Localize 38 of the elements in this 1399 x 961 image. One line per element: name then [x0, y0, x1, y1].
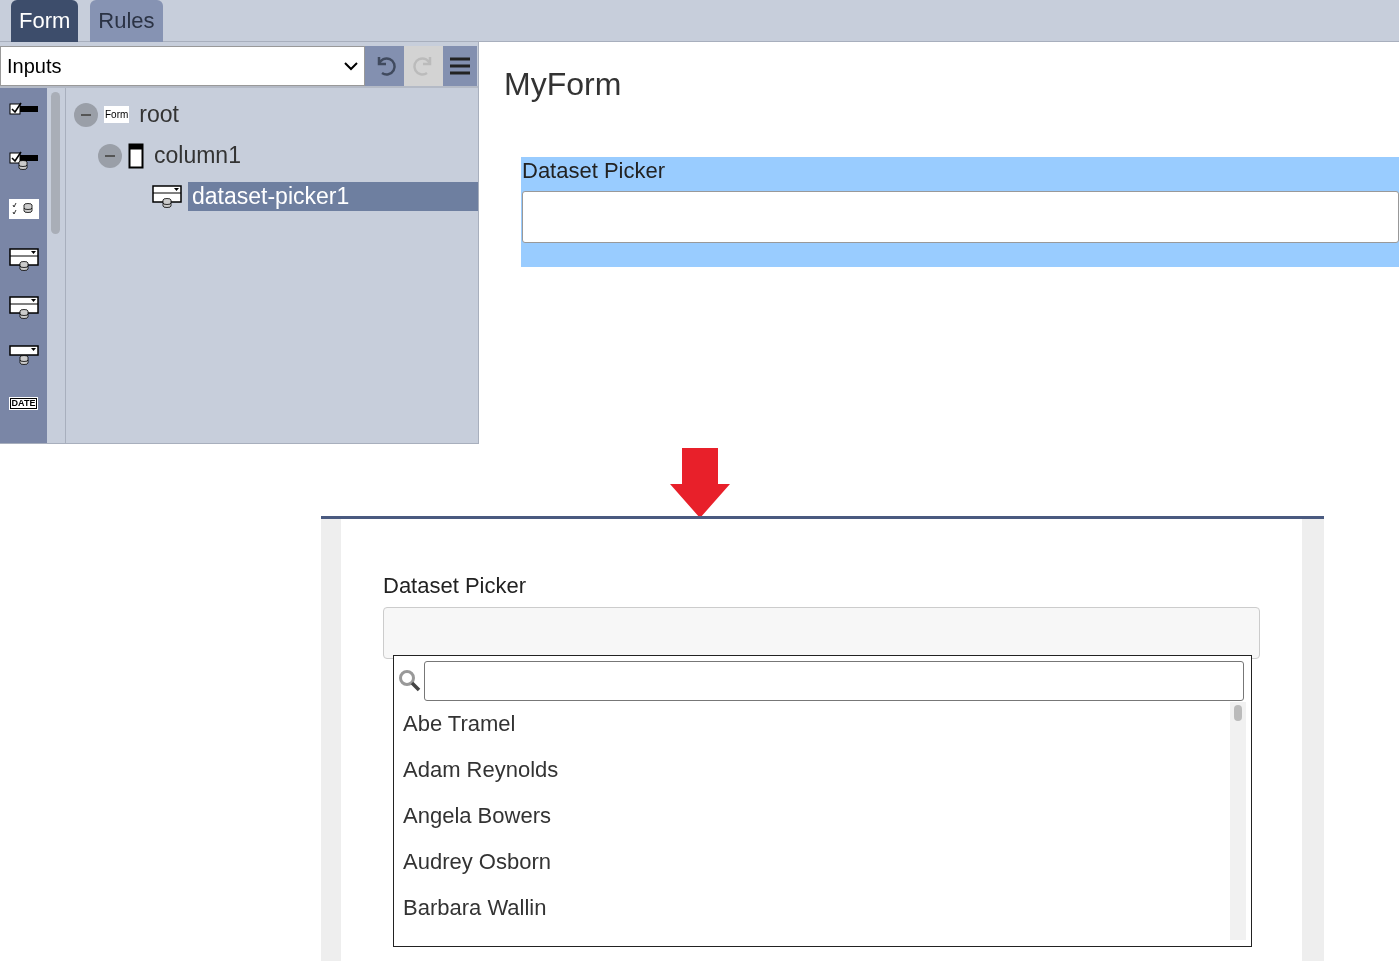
picker-database-icon[interactable]: [8, 296, 39, 321]
category-select[interactable]: Inputs: [0, 46, 365, 86]
scrollbar-thumb[interactable]: [51, 92, 60, 234]
dropdown-option[interactable]: Abe Tramel: [394, 701, 1221, 747]
menu-button[interactable]: [443, 46, 477, 86]
form-field-selection[interactable]: Dataset Picker: [521, 157, 1399, 267]
field-label: Dataset Picker: [522, 157, 667, 185]
tab[interactable]: Form: [11, 0, 79, 42]
collapse-toggle[interactable]: [98, 143, 122, 168]
dropdown-option[interactable]: Audrey Osborn: [394, 839, 1221, 885]
column-icon: [128, 142, 144, 169]
form-title: MyForm: [504, 66, 623, 103]
picker-database-icon[interactable]: [8, 247, 39, 272]
search-icon: [398, 669, 422, 693]
form-icon: Form: [104, 106, 130, 123]
scrollbar-thumb[interactable]: [1234, 705, 1242, 721]
dropdown-option[interactable]: Angela Bowers: [394, 793, 1221, 839]
undo-button[interactable]: [365, 46, 404, 86]
menu-icon: [449, 56, 471, 76]
tree-item[interactable]: column1: [150, 141, 245, 170]
search-input[interactable]: [424, 661, 1244, 701]
dataset-picker-field[interactable]: [383, 607, 1260, 659]
tree-item[interactable]: dataset-picker1: [188, 182, 478, 211]
dropdown-database-icon[interactable]: [8, 345, 39, 368]
down-arrow-icon: [670, 448, 730, 518]
field-label: Dataset Picker: [383, 573, 528, 599]
dropdown-option[interactable]: Barbara Wallin: [394, 885, 1221, 931]
date-field-icon[interactable]: DATE: [9, 398, 38, 410]
picker-database-icon: [152, 184, 182, 209]
dropdown-option[interactable]: Adam Reynolds: [394, 747, 1221, 793]
tab[interactable]: Rules: [90, 0, 163, 42]
collapse-toggle[interactable]: [74, 102, 98, 127]
checkbox-field-icon[interactable]: [8, 101, 39, 115]
checkbox-database-icon[interactable]: [8, 149, 39, 172]
chevron-down-icon: [344, 61, 358, 71]
tree-item[interactable]: root: [135, 100, 183, 129]
dataset-picker-field[interactable]: [522, 191, 1399, 243]
checklist-database-icon[interactable]: [8, 198, 39, 219]
